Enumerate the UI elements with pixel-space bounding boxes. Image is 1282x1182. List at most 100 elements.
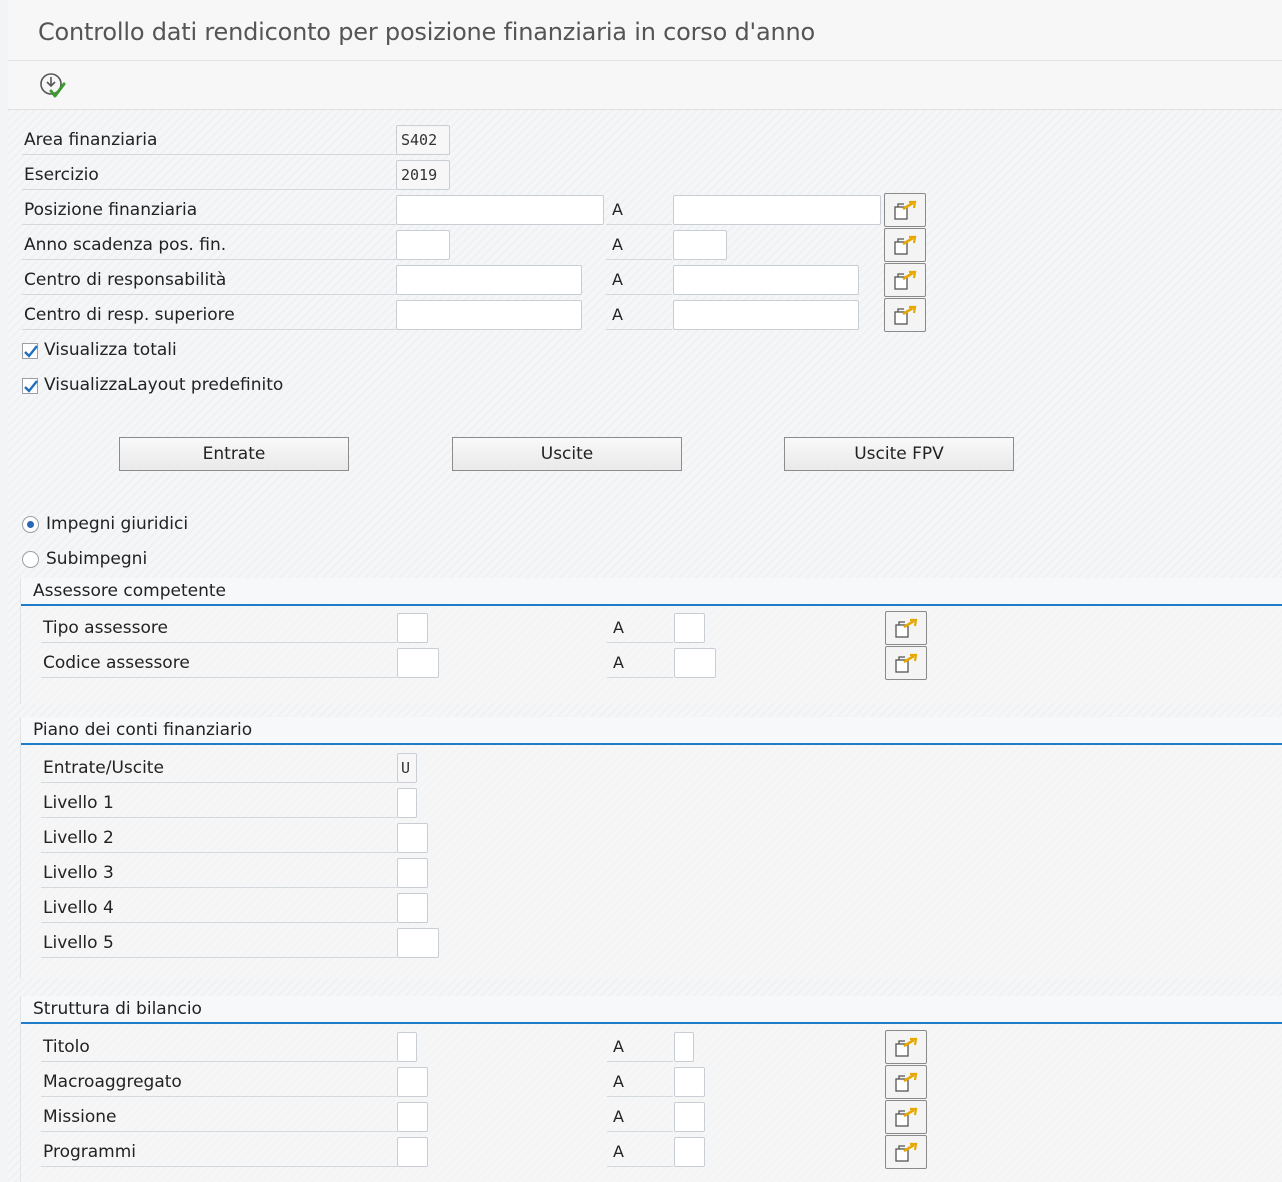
struttura-di-bilancio-group: Struttura di bilancio Titolo A Macroaggr… <box>20 996 1282 1182</box>
centro-responsabilita-to[interactable] <box>673 265 859 295</box>
piano-dei-conti-title: Piano dei conti finanziario <box>21 717 1282 745</box>
subimpegni-radio[interactable] <box>22 551 39 568</box>
livello-1-label: Livello 1 <box>41 788 397 818</box>
centro-responsabilita-label: Centro di responsabilità <box>22 265 396 295</box>
livello-3-field[interactable] <box>397 858 428 888</box>
posizione-finanziaria-to-label: A <box>606 195 672 225</box>
checkmark-icon <box>24 345 38 358</box>
entrate-uscite-label: Entrate/Uscite <box>41 753 397 783</box>
tipo-assessore-to-label: A <box>607 613 673 643</box>
centro-resp-superiore-label: Centro di resp. superiore <box>22 300 396 330</box>
codice-assessore-label: Codice assessore <box>41 648 397 678</box>
centro-responsabilita-to-label: A <box>606 265 672 295</box>
assessore-competente-group: Assessore competente Tipo assessore A Co… <box>20 578 1282 704</box>
livello-5-label: Livello 5 <box>41 928 397 958</box>
centro-resp-superiore-from[interactable] <box>396 300 582 330</box>
tipo-assessore-to[interactable] <box>674 613 705 643</box>
checkmark-icon <box>24 380 38 393</box>
programmi-label: Programmi <box>41 1137 397 1167</box>
centro-responsabilita-multiple-selection-button[interactable] <box>884 263 926 297</box>
codice-assessore-from[interactable] <box>397 648 439 678</box>
assessore-competente-title: Assessore competente <box>21 578 1282 606</box>
posizione-finanziaria-label: Posizione finanziaria <box>22 195 396 225</box>
visualizza-layout-checkbox[interactable] <box>22 378 38 394</box>
titolo-to[interactable] <box>674 1032 694 1062</box>
subimpegni-label: Subimpegni <box>46 549 148 569</box>
impegni-giuridici-label: Impegni giuridici <box>46 514 189 534</box>
programmi-from[interactable] <box>397 1137 428 1167</box>
esercizio-field[interactable]: 2019 <box>396 160 450 190</box>
piano-dei-conti-group: Piano dei conti finanziario Entrate/Usci… <box>20 717 1282 979</box>
anno-scadenza-multiple-selection-button[interactable] <box>884 228 926 262</box>
multiple-selection-icon <box>895 618 918 638</box>
titolo-label: Titolo <box>41 1032 397 1062</box>
missione-multiple-selection-button[interactable] <box>885 1100 927 1134</box>
centro-resp-superiore-to[interactable] <box>673 300 859 330</box>
anno-scadenza-to-label: A <box>606 230 672 260</box>
multiple-selection-icon <box>894 305 917 325</box>
programmi-multiple-selection-button[interactable] <box>885 1135 927 1169</box>
multiple-selection-icon <box>895 1107 918 1127</box>
tipo-assessore-multiple-selection-button[interactable] <box>885 611 927 645</box>
tipo-assessore-from[interactable] <box>397 613 428 643</box>
application-toolbar <box>8 61 1282 110</box>
macroaggregato-label: Macroaggregato <box>41 1067 397 1097</box>
title-bar: Controllo dati rendiconto per posizione … <box>8 0 1282 61</box>
entrate-button[interactable]: Entrate <box>119 437 349 471</box>
multiple-selection-icon <box>894 270 917 290</box>
macroaggregato-to[interactable] <box>674 1067 705 1097</box>
uscite-button[interactable]: Uscite <box>452 437 682 471</box>
visualizza-totali-label: Visualizza totali <box>44 340 177 360</box>
multiple-selection-icon <box>895 1037 918 1057</box>
multiple-selection-icon <box>895 1072 918 1092</box>
missione-to[interactable] <box>674 1102 705 1132</box>
area-finanziaria-field[interactable]: S402 <box>396 125 450 155</box>
livello-4-label: Livello 4 <box>41 893 397 923</box>
programmi-to-label: A <box>607 1137 673 1167</box>
impegni-giuridici-radio[interactable] <box>22 516 39 533</box>
multiple-selection-icon <box>895 653 918 673</box>
esercizio-label: Esercizio <box>22 160 396 190</box>
area-finanziaria-label: Area finanziaria <box>22 125 396 155</box>
visualizza-totali-checkbox[interactable] <box>22 343 38 359</box>
execute-icon[interactable] <box>38 71 68 101</box>
entrate-uscite-field[interactable]: U <box>397 753 417 783</box>
multiple-selection-icon <box>894 235 917 255</box>
multiple-selection-icon <box>894 200 917 220</box>
struttura-di-bilancio-title: Struttura di bilancio <box>21 996 1282 1024</box>
selection-screen: Controllo dati rendiconto per posizione … <box>8 0 1282 1182</box>
codice-assessore-to-label: A <box>607 648 673 678</box>
multiple-selection-icon <box>895 1142 918 1162</box>
macroaggregato-from[interactable] <box>397 1067 428 1097</box>
macroaggregato-to-label: A <box>607 1067 673 1097</box>
livello-5-field[interactable] <box>397 928 439 958</box>
anno-scadenza-label: Anno scadenza pos. fin. <box>22 230 396 260</box>
missione-to-label: A <box>607 1102 673 1132</box>
uscite-fpv-button[interactable]: Uscite FPV <box>784 437 1014 471</box>
missione-label: Missione <box>41 1102 397 1132</box>
livello-4-field[interactable] <box>397 893 428 923</box>
centro-resp-superiore-multiple-selection-button[interactable] <box>884 298 926 332</box>
titolo-to-label: A <box>607 1032 673 1062</box>
centro-responsabilita-from[interactable] <box>396 265 582 295</box>
codice-assessore-to[interactable] <box>674 648 716 678</box>
posizione-finanziaria-from[interactable] <box>396 195 604 225</box>
missione-from[interactable] <box>397 1102 428 1132</box>
titolo-from[interactable] <box>397 1032 417 1062</box>
posizione-finanziaria-to[interactable] <box>673 195 881 225</box>
programmi-to[interactable] <box>674 1137 705 1167</box>
livello-3-label: Livello 3 <box>41 858 397 888</box>
titolo-multiple-selection-button[interactable] <box>885 1030 927 1064</box>
anno-scadenza-from[interactable] <box>396 230 450 260</box>
macroaggregato-multiple-selection-button[interactable] <box>885 1065 927 1099</box>
centro-resp-superiore-to-label: A <box>606 300 672 330</box>
posizione-finanziaria-multiple-selection-button[interactable] <box>884 193 926 227</box>
visualizza-layout-label: VisualizzaLayout predefinito <box>44 375 284 395</box>
livello-2-field[interactable] <box>397 823 428 853</box>
tipo-assessore-label: Tipo assessore <box>41 613 397 643</box>
livello-1-field[interactable] <box>397 788 417 818</box>
page-title: Controllo dati rendiconto per posizione … <box>38 18 815 46</box>
livello-2-label: Livello 2 <box>41 823 397 853</box>
anno-scadenza-to[interactable] <box>673 230 727 260</box>
codice-assessore-multiple-selection-button[interactable] <box>885 646 927 680</box>
